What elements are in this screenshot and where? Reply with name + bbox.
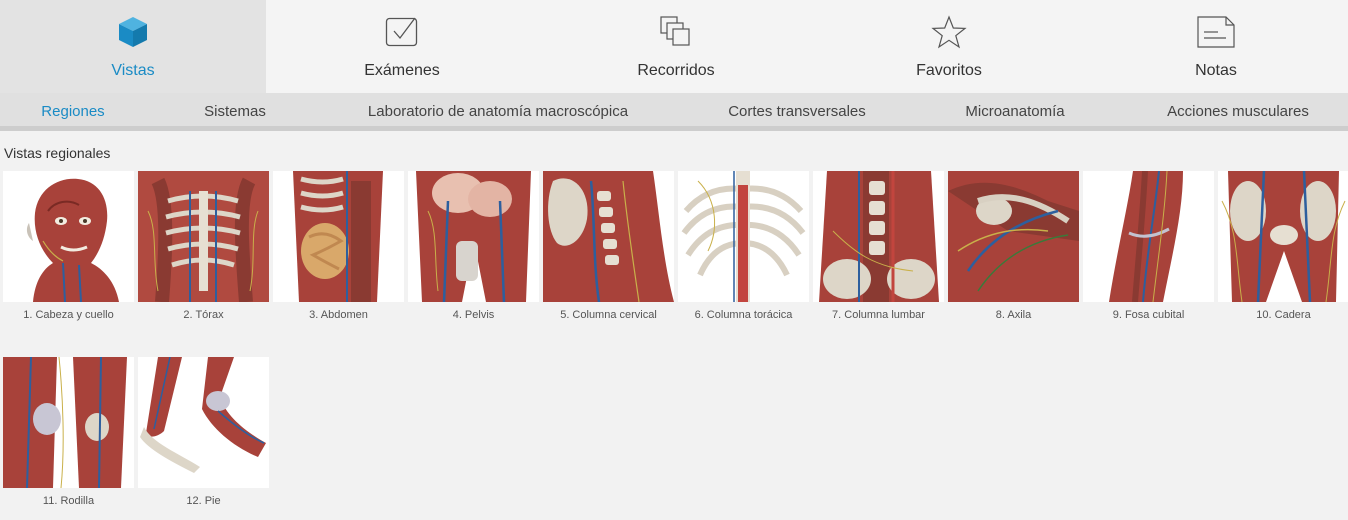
region-content: Vistas regionales 1. Cabeza y cuello 2. …: [0, 138, 1348, 520]
cube-icon: [117, 14, 149, 50]
tab-examenes[interactable]: Exámenes: [266, 0, 538, 93]
region-thumbnail: [1083, 171, 1214, 302]
region-label: 7. Columna lumbar: [832, 309, 925, 321]
subtab-microanatomia[interactable]: Microanatomía: [965, 93, 1064, 131]
region-label: 10. Cadera: [1256, 309, 1311, 321]
checkbox-icon: [385, 14, 419, 50]
tab-label: Recorridos: [637, 62, 715, 79]
region-card-cabeza-cuello[interactable]: 1. Cabeza y cuello: [3, 171, 134, 331]
region-label: 9. Fosa cubital: [1112, 309, 1185, 321]
region-card-rodilla[interactable]: 11. Rodilla: [3, 357, 134, 517]
subtab-sistemas[interactable]: Sistemas: [204, 93, 266, 131]
region-label: 12. Pie: [186, 495, 221, 507]
region-thumbnail: [3, 357, 134, 488]
region-thumbnail: [408, 171, 539, 302]
region-card-columna-lumbar[interactable]: 7. Columna lumbar: [813, 171, 944, 331]
tab-label: Favoritos: [916, 62, 982, 79]
subtab-acciones[interactable]: Acciones musculares: [1167, 93, 1309, 131]
region-card-columna-toracica[interactable]: 6. Columna torácica: [678, 171, 809, 331]
region-label: 4. Pelvis: [452, 309, 495, 321]
top-navigation: Vistas Exámenes Recorridos Favoritos Not…: [0, 0, 1348, 93]
region-card-fosa-cubital[interactable]: 9. Fosa cubital: [1083, 171, 1214, 331]
region-card-pelvis[interactable]: 4. Pelvis: [408, 171, 539, 331]
region-thumbnail: [3, 171, 134, 302]
region-card-torax[interactable]: 2. Tórax: [138, 171, 269, 331]
region-label: 8. Axila: [995, 309, 1032, 321]
region-label: 1. Cabeza y cuello: [23, 309, 114, 321]
note-icon: [1196, 14, 1236, 50]
tab-favoritos[interactable]: Favoritos: [814, 0, 1084, 93]
subtab-laboratorio[interactable]: Laboratorio de anatomía macroscópica: [368, 93, 628, 131]
region-thumbnail: [138, 357, 269, 488]
region-card-axila[interactable]: 8. Axila: [948, 171, 1079, 331]
sub-navigation: Regiones Sistemas Laboratorio de anatomí…: [0, 93, 1348, 131]
region-thumbnail: [948, 171, 1079, 302]
tab-notas[interactable]: Notas: [1084, 0, 1348, 93]
region-thumbnail: [1218, 171, 1348, 302]
region-label: 3. Abdomen: [309, 309, 368, 321]
section-title: Vistas regionales: [4, 145, 111, 161]
region-label: 2. Tórax: [183, 309, 224, 321]
region-label: 5. Columna cervical: [560, 309, 657, 321]
stacked-squares-icon: [659, 14, 693, 50]
region-thumbnail: [813, 171, 944, 302]
subtab-regiones[interactable]: Regiones: [41, 93, 104, 131]
region-thumbnail: [138, 171, 269, 302]
region-label: 11. Rodilla: [42, 495, 95, 507]
tab-label: Notas: [1195, 62, 1237, 79]
region-thumbnail: [543, 171, 674, 302]
star-icon: [931, 14, 967, 50]
region-label: 6. Columna torácica: [694, 309, 793, 321]
tab-label: Exámenes: [364, 62, 440, 79]
region-card-pie[interactable]: 12. Pie: [138, 357, 269, 517]
region-card-abdomen[interactable]: 3. Abdomen: [273, 171, 404, 331]
subtab-cortes[interactable]: Cortes transversales: [728, 93, 866, 131]
tab-vistas[interactable]: Vistas: [0, 0, 266, 93]
region-thumbnail: [273, 171, 404, 302]
tab-recorridos[interactable]: Recorridos: [538, 0, 814, 93]
region-card-cadera[interactable]: 10. Cadera: [1218, 171, 1348, 331]
tab-label: Vistas: [111, 62, 155, 79]
region-card-columna-cervical[interactable]: 5. Columna cervical: [543, 171, 674, 331]
region-thumbnail: [678, 171, 809, 302]
